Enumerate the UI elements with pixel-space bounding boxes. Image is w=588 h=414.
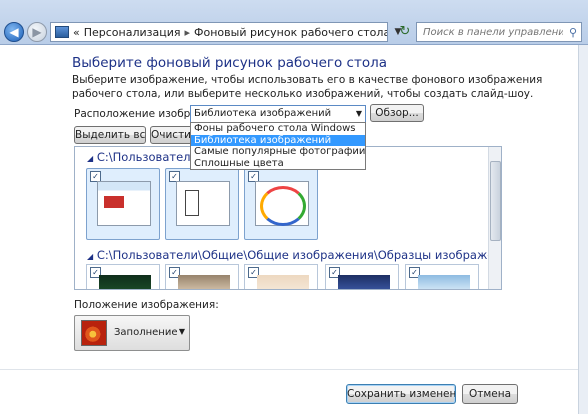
wallpaper-thumbnail — [257, 275, 309, 289]
chevron-down-icon: ▼ — [355, 109, 362, 118]
location-selected-value: Библиотека изображений — [194, 108, 332, 119]
window-scrollbar[interactable] — [578, 45, 588, 414]
wallpaper-thumbnail — [418, 275, 470, 289]
wallpaper-thumbnail — [97, 181, 151, 226]
position-select[interactable]: Заполнение ▼ — [74, 315, 190, 351]
scrollbar-thumb[interactable] — [490, 161, 501, 241]
wallpaper-thumbnail — [338, 275, 390, 289]
breadcrumb-separator[interactable]: ▸ — [185, 26, 191, 39]
refresh-button[interactable]: ↻ — [396, 22, 414, 42]
forward-button[interactable]: ▶ — [27, 22, 47, 42]
location-select[interactable]: Библиотека изображений ▼ — [190, 105, 366, 123]
arrow-left-icon: ◀ — [9, 25, 19, 39]
breadcrumb-item-personalization[interactable]: Персонализация — [84, 26, 181, 39]
position-label: Положение изображения: — [74, 299, 219, 311]
wallpaper-tile[interactable]: ✓ — [244, 168, 318, 240]
window-chrome: ◀ ▶ « Персонализация ▸ Фоновый рисунок р… — [0, 0, 588, 45]
collapse-arrow-icon: ◢ — [87, 154, 94, 163]
location-options-list: Фоны рабочего стола Windows Библиотека и… — [190, 122, 366, 170]
content-panel: Выберите фоновый рисунок рабочего стола … — [0, 45, 578, 414]
location-option-windows-backgrounds[interactable]: Фоны рабочего стола Windows — [191, 123, 365, 135]
wallpaper-tile[interactable]: ✓ — [244, 264, 318, 289]
wallpaper-thumbnail — [178, 275, 230, 289]
wallpaper-tile[interactable]: ✓ — [165, 168, 239, 240]
cancel-button[interactable]: Отмена — [462, 384, 518, 404]
wallpaper-tile[interactable]: ✓ — [165, 264, 239, 289]
location-option-solid-colors[interactable]: Сплошные цвета — [191, 158, 365, 170]
search-box[interactable]: ⚲ — [416, 22, 582, 42]
save-changes-button[interactable]: Сохранить изменения — [346, 384, 456, 404]
location-option-picture-library[interactable]: Библиотека изображений — [191, 134, 365, 146]
address-bar[interactable]: « Персонализация ▸ Фоновый рисунок рабоч… — [50, 22, 388, 42]
page-title: Выберите фоновый рисунок рабочего стола — [72, 55, 388, 71]
divider — [0, 369, 578, 370]
wallpaper-tile[interactable]: ✓ — [405, 264, 479, 289]
position-selected-value: Заполнение — [114, 327, 178, 338]
wallpaper-thumbnail — [99, 275, 151, 289]
arrow-right-icon: ▶ — [32, 25, 42, 39]
select-all-button[interactable]: Выделить все — [74, 126, 146, 144]
gallery-scrollbar[interactable] — [488, 147, 501, 289]
location-option-top-rated-photos[interactable]: Самые популярные фотографии — [191, 146, 365, 158]
wallpaper-thumbnail — [176, 181, 230, 226]
search-input[interactable] — [421, 25, 565, 39]
fill-position-icon — [81, 320, 107, 346]
page-description: Выберите изображение, чтобы использовать… — [72, 74, 543, 100]
breadcrumb-overflow[interactable]: « — [73, 26, 80, 39]
wallpaper-tile[interactable]: ✓ — [86, 264, 160, 289]
control-panel-icon — [55, 26, 69, 38]
chevron-down-icon: ▼ — [178, 327, 185, 336]
group-header-sample-pictures-label: C:\Пользователи\Общие\Общие изображения\… — [96, 248, 502, 262]
search-icon[interactable]: ⚲ — [569, 26, 577, 39]
group-header-sample-pictures[interactable]: ◢ C:\Пользователи\Общие\Общие изображени… — [87, 248, 502, 262]
back-button[interactable]: ◀ — [4, 22, 24, 42]
wallpaper-tile[interactable]: ✓ — [86, 168, 160, 240]
browse-button[interactable]: Обзор... — [370, 104, 424, 122]
refresh-icon: ↻ — [399, 24, 411, 39]
wallpaper-thumbnail — [255, 181, 309, 226]
collapse-arrow-icon: ◢ — [87, 252, 94, 261]
breadcrumb-item-desktop-background[interactable]: Фоновый рисунок рабочего стола — [194, 26, 387, 39]
wallpaper-tile[interactable]: ✓ — [325, 264, 399, 289]
